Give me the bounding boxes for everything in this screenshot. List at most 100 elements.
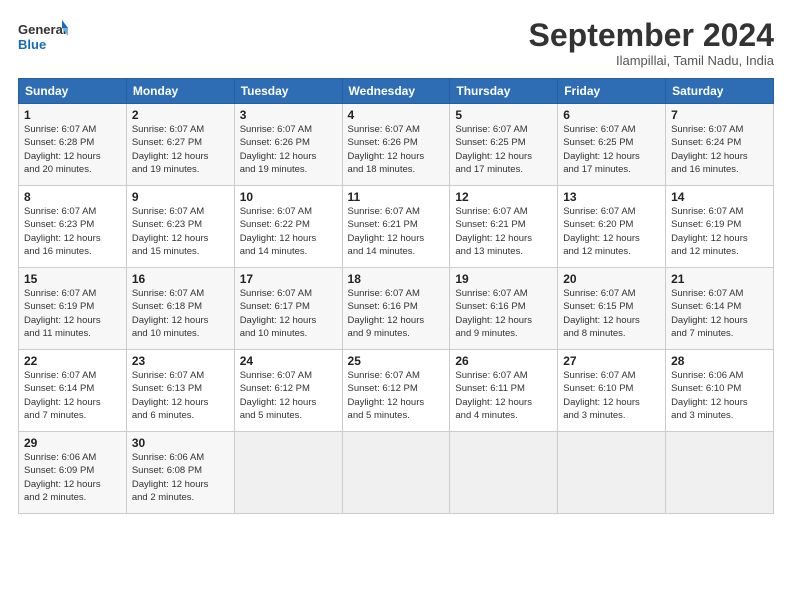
calendar-cell: 5 Sunrise: 6:07 AMSunset: 6:25 PMDayligh… bbox=[450, 104, 558, 186]
calendar-header-row: Sunday Monday Tuesday Wednesday Thursday… bbox=[19, 79, 774, 104]
calendar-cell: 7 Sunrise: 6:07 AMSunset: 6:24 PMDayligh… bbox=[666, 104, 774, 186]
day-number: 17 bbox=[240, 272, 337, 286]
day-number: 15 bbox=[24, 272, 121, 286]
day-number: 1 bbox=[24, 108, 121, 122]
calendar-cell: 9 Sunrise: 6:07 AMSunset: 6:23 PMDayligh… bbox=[126, 186, 234, 268]
day-number: 27 bbox=[563, 354, 660, 368]
logo: General Blue bbox=[18, 18, 68, 58]
day-detail: Sunrise: 6:07 AMSunset: 6:27 PMDaylight:… bbox=[132, 124, 209, 175]
calendar-cell: 24 Sunrise: 6:07 AMSunset: 6:12 PMDaylig… bbox=[234, 350, 342, 432]
day-number: 25 bbox=[348, 354, 445, 368]
header-monday: Monday bbox=[126, 79, 234, 104]
day-detail: Sunrise: 6:07 AMSunset: 6:11 PMDaylight:… bbox=[455, 370, 532, 421]
calendar-cell: 8 Sunrise: 6:07 AMSunset: 6:23 PMDayligh… bbox=[19, 186, 127, 268]
day-number: 9 bbox=[132, 190, 229, 204]
calendar-cell: 20 Sunrise: 6:07 AMSunset: 6:15 PMDaylig… bbox=[558, 268, 666, 350]
calendar-cell: 23 Sunrise: 6:07 AMSunset: 6:13 PMDaylig… bbox=[126, 350, 234, 432]
day-detail: Sunrise: 6:06 AMSunset: 6:08 PMDaylight:… bbox=[132, 452, 209, 503]
day-detail: Sunrise: 6:07 AMSunset: 6:26 PMDaylight:… bbox=[240, 124, 317, 175]
day-number: 8 bbox=[24, 190, 121, 204]
calendar-cell: 19 Sunrise: 6:07 AMSunset: 6:16 PMDaylig… bbox=[450, 268, 558, 350]
header-tuesday: Tuesday bbox=[234, 79, 342, 104]
day-detail: Sunrise: 6:07 AMSunset: 6:22 PMDaylight:… bbox=[240, 206, 317, 257]
calendar-cell: 4 Sunrise: 6:07 AMSunset: 6:26 PMDayligh… bbox=[342, 104, 450, 186]
day-number: 14 bbox=[671, 190, 768, 204]
day-detail: Sunrise: 6:07 AMSunset: 6:14 PMDaylight:… bbox=[671, 288, 748, 339]
calendar-cell bbox=[450, 432, 558, 514]
calendar-cell bbox=[558, 432, 666, 514]
page-header: General Blue September 2024 Ilampillai, … bbox=[18, 18, 774, 68]
calendar-cell: 22 Sunrise: 6:07 AMSunset: 6:14 PMDaylig… bbox=[19, 350, 127, 432]
calendar-week-row: 1 Sunrise: 6:07 AMSunset: 6:28 PMDayligh… bbox=[19, 104, 774, 186]
day-detail: Sunrise: 6:07 AMSunset: 6:16 PMDaylight:… bbox=[455, 288, 532, 339]
calendar-cell: 16 Sunrise: 6:07 AMSunset: 6:18 PMDaylig… bbox=[126, 268, 234, 350]
day-detail: Sunrise: 6:06 AMSunset: 6:09 PMDaylight:… bbox=[24, 452, 101, 503]
day-number: 10 bbox=[240, 190, 337, 204]
day-detail: Sunrise: 6:07 AMSunset: 6:20 PMDaylight:… bbox=[563, 206, 640, 257]
header-sunday: Sunday bbox=[19, 79, 127, 104]
calendar-cell: 15 Sunrise: 6:07 AMSunset: 6:19 PMDaylig… bbox=[19, 268, 127, 350]
calendar-cell: 21 Sunrise: 6:07 AMSunset: 6:14 PMDaylig… bbox=[666, 268, 774, 350]
calendar-cell: 14 Sunrise: 6:07 AMSunset: 6:19 PMDaylig… bbox=[666, 186, 774, 268]
day-detail: Sunrise: 6:07 AMSunset: 6:23 PMDaylight:… bbox=[132, 206, 209, 257]
calendar-cell: 29 Sunrise: 6:06 AMSunset: 6:09 PMDaylig… bbox=[19, 432, 127, 514]
calendar-cell: 3 Sunrise: 6:07 AMSunset: 6:26 PMDayligh… bbox=[234, 104, 342, 186]
day-number: 12 bbox=[455, 190, 552, 204]
header-thursday: Thursday bbox=[450, 79, 558, 104]
calendar-cell: 12 Sunrise: 6:07 AMSunset: 6:21 PMDaylig… bbox=[450, 186, 558, 268]
calendar-table: Sunday Monday Tuesday Wednesday Thursday… bbox=[18, 78, 774, 514]
header-saturday: Saturday bbox=[666, 79, 774, 104]
day-number: 22 bbox=[24, 354, 121, 368]
calendar-cell: 13 Sunrise: 6:07 AMSunset: 6:20 PMDaylig… bbox=[558, 186, 666, 268]
svg-text:General: General bbox=[18, 22, 66, 37]
day-number: 3 bbox=[240, 108, 337, 122]
day-detail: Sunrise: 6:07 AMSunset: 6:13 PMDaylight:… bbox=[132, 370, 209, 421]
day-number: 6 bbox=[563, 108, 660, 122]
day-number: 7 bbox=[671, 108, 768, 122]
day-number: 21 bbox=[671, 272, 768, 286]
title-block: September 2024 Ilampillai, Tamil Nadu, I… bbox=[529, 18, 774, 68]
day-number: 19 bbox=[455, 272, 552, 286]
logo-svg: General Blue bbox=[18, 18, 68, 58]
day-detail: Sunrise: 6:07 AMSunset: 6:12 PMDaylight:… bbox=[348, 370, 425, 421]
day-number: 13 bbox=[563, 190, 660, 204]
day-detail: Sunrise: 6:07 AMSunset: 6:15 PMDaylight:… bbox=[563, 288, 640, 339]
calendar-cell bbox=[342, 432, 450, 514]
calendar-cell: 25 Sunrise: 6:07 AMSunset: 6:12 PMDaylig… bbox=[342, 350, 450, 432]
day-detail: Sunrise: 6:07 AMSunset: 6:23 PMDaylight:… bbox=[24, 206, 101, 257]
day-detail: Sunrise: 6:07 AMSunset: 6:24 PMDaylight:… bbox=[671, 124, 748, 175]
day-detail: Sunrise: 6:07 AMSunset: 6:19 PMDaylight:… bbox=[24, 288, 101, 339]
calendar-cell: 2 Sunrise: 6:07 AMSunset: 6:27 PMDayligh… bbox=[126, 104, 234, 186]
calendar-cell: 30 Sunrise: 6:06 AMSunset: 6:08 PMDaylig… bbox=[126, 432, 234, 514]
calendar-cell bbox=[234, 432, 342, 514]
header-wednesday: Wednesday bbox=[342, 79, 450, 104]
month-title: September 2024 bbox=[529, 18, 774, 53]
day-detail: Sunrise: 6:07 AMSunset: 6:21 PMDaylight:… bbox=[348, 206, 425, 257]
day-number: 20 bbox=[563, 272, 660, 286]
day-number: 26 bbox=[455, 354, 552, 368]
day-number: 28 bbox=[671, 354, 768, 368]
day-detail: Sunrise: 6:07 AMSunset: 6:28 PMDaylight:… bbox=[24, 124, 101, 175]
day-detail: Sunrise: 6:07 AMSunset: 6:26 PMDaylight:… bbox=[348, 124, 425, 175]
calendar-cell: 17 Sunrise: 6:07 AMSunset: 6:17 PMDaylig… bbox=[234, 268, 342, 350]
day-detail: Sunrise: 6:07 AMSunset: 6:12 PMDaylight:… bbox=[240, 370, 317, 421]
calendar-cell: 26 Sunrise: 6:07 AMSunset: 6:11 PMDaylig… bbox=[450, 350, 558, 432]
day-number: 23 bbox=[132, 354, 229, 368]
day-detail: Sunrise: 6:07 AMSunset: 6:17 PMDaylight:… bbox=[240, 288, 317, 339]
calendar-cell: 27 Sunrise: 6:07 AMSunset: 6:10 PMDaylig… bbox=[558, 350, 666, 432]
calendar-week-row: 15 Sunrise: 6:07 AMSunset: 6:19 PMDaylig… bbox=[19, 268, 774, 350]
calendar-week-row: 22 Sunrise: 6:07 AMSunset: 6:14 PMDaylig… bbox=[19, 350, 774, 432]
header-friday: Friday bbox=[558, 79, 666, 104]
calendar-cell: 6 Sunrise: 6:07 AMSunset: 6:25 PMDayligh… bbox=[558, 104, 666, 186]
day-number: 30 bbox=[132, 436, 229, 450]
calendar-cell bbox=[666, 432, 774, 514]
day-number: 11 bbox=[348, 190, 445, 204]
day-number: 18 bbox=[348, 272, 445, 286]
day-detail: Sunrise: 6:07 AMSunset: 6:16 PMDaylight:… bbox=[348, 288, 425, 339]
day-number: 29 bbox=[24, 436, 121, 450]
day-number: 24 bbox=[240, 354, 337, 368]
calendar-cell: 10 Sunrise: 6:07 AMSunset: 6:22 PMDaylig… bbox=[234, 186, 342, 268]
day-detail: Sunrise: 6:07 AMSunset: 6:21 PMDaylight:… bbox=[455, 206, 532, 257]
calendar-cell: 18 Sunrise: 6:07 AMSunset: 6:16 PMDaylig… bbox=[342, 268, 450, 350]
calendar-week-row: 29 Sunrise: 6:06 AMSunset: 6:09 PMDaylig… bbox=[19, 432, 774, 514]
